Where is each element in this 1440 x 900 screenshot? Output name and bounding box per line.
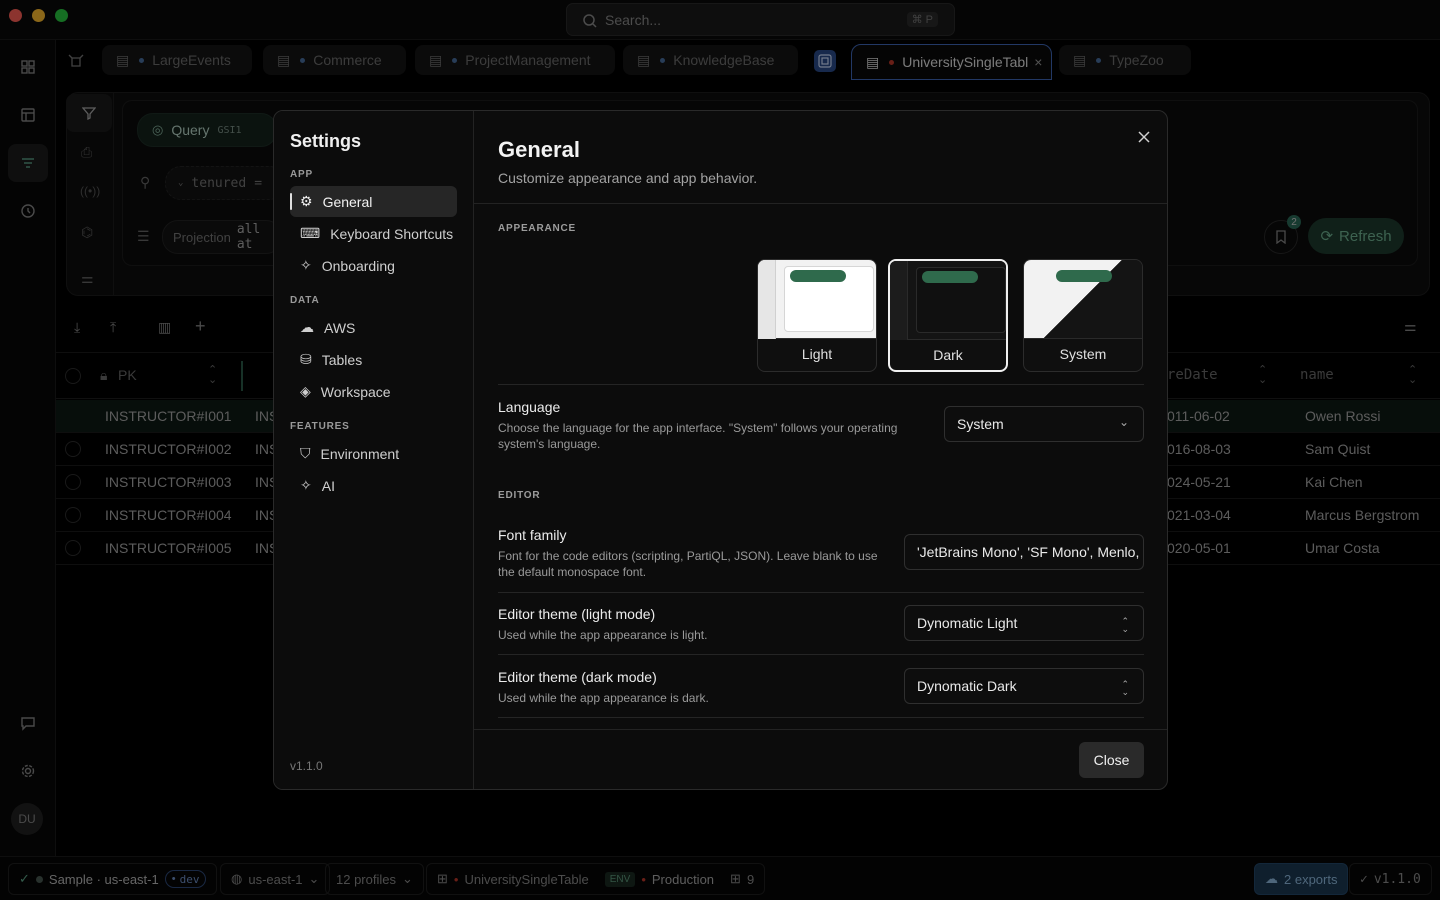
theme-light-label: Light	[801, 346, 833, 362]
font-family-title: Font family	[498, 527, 567, 543]
preview-sidebar	[758, 260, 776, 339]
editor-light-select[interactable]: Dynomatic Light ⌃ ⌄	[904, 605, 1144, 641]
nav-label: AI	[321, 477, 335, 494]
language-value: System	[957, 416, 1004, 432]
nav-environment[interactable]: ⛉ Environment	[290, 438, 457, 469]
nav-ai[interactable]: ✧ AI	[290, 470, 457, 501]
divider	[498, 384, 1144, 385]
layers-icon: ◈	[300, 383, 311, 399]
theme-dark-label: Dark	[933, 347, 963, 363]
nav-label: Workspace	[320, 383, 391, 400]
font-family-description: Font for the code editors (scripting, Pa…	[498, 549, 878, 579]
language-description: Choose the language for the app interfac…	[498, 421, 898, 451]
appearance-section-label: APPEARANCE	[498, 223, 577, 234]
nav-keyboard-shortcuts[interactable]: ⌨ Keyboard Shortcuts	[290, 218, 457, 249]
nav-label: Tables	[321, 351, 363, 368]
chevron-updown-icon: ⌃ ⌄	[1121, 679, 1129, 697]
page-subtitle: Customize appearance and app behavior.	[498, 170, 758, 186]
nav-workspace[interactable]: ◈ Workspace	[290, 376, 457, 407]
editor-light-value: Dynomatic Light	[917, 615, 1018, 631]
preview-sidebar	[890, 261, 908, 340]
editor-dark-title: Editor theme (dark mode)	[498, 669, 657, 685]
preview-query-pill	[922, 271, 978, 283]
nav-label: AWS	[324, 319, 356, 336]
language-title: Language	[498, 399, 561, 415]
database-icon: ⛁	[300, 351, 312, 367]
shield-icon: ⛉	[300, 445, 311, 461]
settings-title: Settings	[290, 131, 362, 151]
group-app-label: APP	[290, 169, 313, 180]
font-family-value: 'JetBrains Mono', 'SF Mono', Menlo,	[917, 544, 1140, 560]
sparkles-icon: ✧	[300, 257, 312, 273]
language-select[interactable]: System ⌄	[944, 406, 1144, 442]
editor-light-description: Used while the app appearance is light.	[498, 628, 708, 642]
nav-tables[interactable]: ⛁ Tables	[290, 344, 457, 375]
editor-section-label: EDITOR	[498, 490, 541, 501]
nav-onboarding[interactable]: ✧ Onboarding	[290, 250, 457, 281]
theme-preview-light	[758, 260, 876, 339]
preview-query-pill	[790, 270, 846, 282]
settings-dialog: Settings APP ⚙ General ⌨ Keyboard Shortcut…	[273, 110, 1168, 790]
settings-version: v1.1.0	[290, 759, 323, 773]
gear-icon: ⚙	[300, 193, 313, 209]
theme-preview-system	[1024, 260, 1142, 339]
nav-general[interactable]: ⚙ General	[290, 186, 457, 217]
font-family-input[interactable]: 'JetBrains Mono', 'SF Mono', Menlo,	[904, 534, 1144, 570]
close-button[interactable]: Close	[1079, 742, 1144, 778]
chevron-updown-icon: ⌃ ⌄	[1121, 616, 1129, 634]
nav-aws[interactable]: ☁ AWS	[290, 312, 457, 343]
divider	[498, 717, 1144, 718]
keyboard-icon: ⌨	[300, 225, 321, 241]
theme-light-card[interactable]: Light	[757, 259, 877, 372]
divider	[498, 654, 1144, 655]
nav-label: Keyboard Shortcuts	[330, 225, 454, 242]
group-features-label: FEATURES	[290, 421, 350, 432]
chevron-down-icon: ⌄	[1118, 415, 1129, 429]
theme-preview-dark	[890, 261, 1006, 340]
close-dialog-button[interactable]	[1134, 127, 1154, 147]
cloud-icon: ☁	[300, 319, 314, 335]
nav-label: General	[322, 193, 373, 210]
editor-light-title: Editor theme (light mode)	[498, 606, 656, 622]
editor-dark-value: Dynomatic Dark	[917, 678, 1017, 694]
settings-sidebar: Settings APP ⚙ General ⌨ Keyboard Shortcut…	[274, 111, 474, 789]
theme-dark-card[interactable]: Dark	[888, 259, 1008, 372]
settings-content: General Customize appearance and app beh…	[474, 111, 1167, 789]
theme-system-label: System	[1059, 346, 1107, 362]
page-title: General	[498, 137, 580, 162]
editor-dark-description: Used while the app appearance is dark.	[498, 691, 709, 705]
divider	[498, 592, 1144, 593]
settings-header: General Customize appearance and app beh…	[474, 111, 1167, 204]
sparkles-icon: ✧	[300, 477, 312, 493]
nav-label: Onboarding	[321, 257, 395, 274]
close-icon	[1138, 131, 1150, 143]
theme-system-card[interactable]: System	[1023, 259, 1143, 372]
settings-footer: Close	[474, 729, 1167, 789]
preview-query-pill	[1056, 270, 1112, 282]
editor-dark-select[interactable]: Dynomatic Dark ⌃ ⌄	[904, 668, 1144, 704]
group-data-label: DATA	[290, 295, 320, 306]
nav-label: Environment	[320, 445, 400, 462]
